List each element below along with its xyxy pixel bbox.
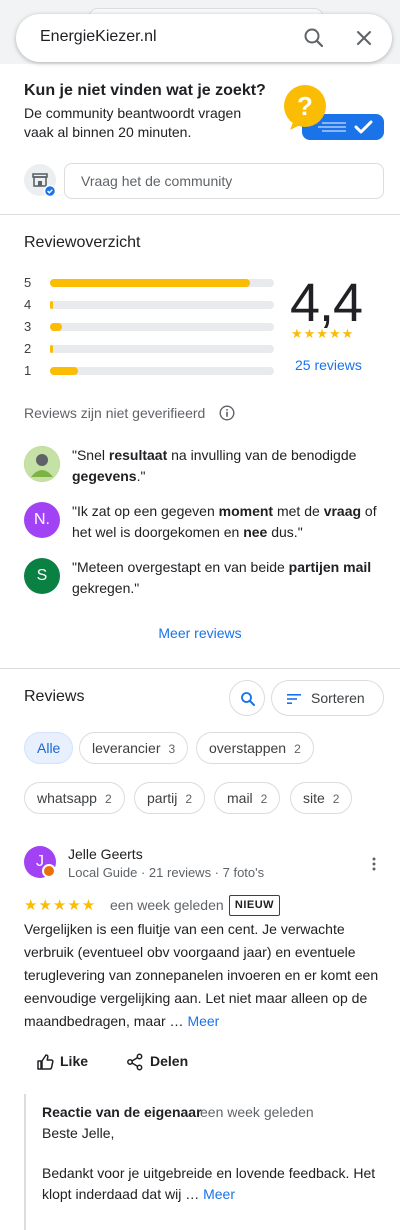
snippet-text: "Ik zat op een gegeven moment met de vra… <box>72 503 377 540</box>
rating-stars: ★★★★★ <box>291 326 355 341</box>
search-icon <box>241 692 255 706</box>
filter-chip-site[interactable]: site 2 <box>290 782 353 814</box>
share-button[interactable]: Delen <box>126 1053 196 1071</box>
chip-count: 2 <box>104 792 112 806</box>
rating-bar-label: 1 <box>24 363 32 378</box>
snippet-avatar[interactable]: N. <box>24 502 60 538</box>
owner-reply-title: Reactie van de eigenaar <box>42 1104 202 1120</box>
owner-more-link[interactable]: Meer <box>203 1186 235 1202</box>
rating-bar-label: 4 <box>24 297 32 312</box>
divider <box>0 214 400 215</box>
chip-count: 2 <box>332 792 340 806</box>
rating-bar-fill <box>50 345 53 353</box>
sort-button[interactable]: Sorteren <box>271 680 384 716</box>
chip-label: site <box>303 790 325 806</box>
like-label: Like <box>60 1053 89 1069</box>
reviewer-name[interactable]: Jelle Geerts <box>68 846 143 862</box>
more-options-icon[interactable] <box>366 856 382 872</box>
community-title: Kun je niet vinden wat je zoekt? <box>24 82 266 99</box>
search-box[interactable]: EnergieKiezer.nl <box>16 14 392 62</box>
reviewer-meta: Local Guide · 21 reviews · 7 foto's <box>68 865 265 880</box>
info-icon[interactable] <box>219 405 235 421</box>
store-icon <box>32 173 57 198</box>
owner-reply-text: Bedankt voor je uitgebreide en lovende f… <box>42 1163 382 1205</box>
chip-count: 2 <box>185 792 193 806</box>
rating-bar-fill <box>50 279 250 287</box>
not-verified-notice: Reviews zijn niet geverifieerd <box>24 405 206 421</box>
ask-community-input[interactable]: Vraag het de community <box>64 163 384 199</box>
snippet-avatar[interactable]: S <box>24 558 60 594</box>
owner-reply: Reactie van de eigenaar een week geleden… <box>24 1094 400 1230</box>
rating-bar-label: 3 <box>24 319 32 334</box>
rating-bar-5: 5 <box>24 275 274 290</box>
share-icon <box>127 1053 143 1071</box>
rating-bar-3: 3 <box>24 319 274 334</box>
more-reviews-link[interactable]: Meer reviews <box>0 625 400 641</box>
owner-reply-greeting: Beste Jelle, <box>42 1125 115 1141</box>
search-input[interactable]: EnergieKiezer.nl <box>40 28 157 46</box>
sort-icon <box>287 694 301 704</box>
rating-bar-4: 4 <box>24 297 274 312</box>
review-date: een week geleden <box>110 897 224 913</box>
owner-reply-date: een week geleden <box>200 1104 314 1120</box>
filter-chip-Alle[interactable]: Alle <box>24 732 74 764</box>
reviews-title: Reviews <box>24 688 85 705</box>
sort-label: Sorteren <box>311 690 365 706</box>
rating-bar-1: 1 <box>24 363 274 378</box>
chip-label: mail <box>227 790 253 806</box>
chip-label: whatsapp <box>37 790 97 806</box>
rating-score: 4,4 <box>290 273 363 333</box>
rating-bar-fill <box>50 301 53 309</box>
rating-bar-track <box>50 279 274 287</box>
share-label: Delen <box>150 1053 189 1069</box>
review-stars: ★★★★★ <box>24 897 97 914</box>
chip-label: leverancier <box>92 740 161 756</box>
filter-chip-mail[interactable]: mail 2 <box>214 782 281 814</box>
local-guide-badge <box>42 864 56 878</box>
chip-label: partij <box>147 790 178 806</box>
community-subtitle: De community beantwoordt vragen vaak al … <box>24 105 242 140</box>
filter-chip-partij[interactable]: partij 2 <box>134 782 206 814</box>
business-avatar <box>24 164 57 198</box>
rating-bar-track <box>50 301 274 309</box>
chip-count: 2 <box>294 742 301 756</box>
close-icon[interactable] <box>352 26 376 50</box>
chip-label: overstappen <box>209 740 287 756</box>
search-reviews-button[interactable] <box>229 680 265 716</box>
review-text: Vergelijken is een fluitje van een cent.… <box>24 918 380 1033</box>
svg-text:?: ? <box>297 91 313 121</box>
rating-bar-2: 2 <box>24 341 274 356</box>
snippet-text: "Snel resultaat na invulling van de beno… <box>72 447 357 484</box>
overview-title: Reviewoverzicht <box>24 234 141 251</box>
snippet-avatar[interactable] <box>24 446 60 482</box>
search-icon[interactable] <box>302 26 326 50</box>
new-badge: NIEUW <box>229 895 280 916</box>
filter-chip-leverancier[interactable]: leverancier 3 <box>79 732 189 764</box>
rating-bar-track <box>50 367 274 375</box>
reviews-count-link[interactable]: 25 reviews <box>295 357 362 373</box>
rating-bar-fill <box>50 323 62 331</box>
snippet-text: "Meteen overgestapt en van beide partije… <box>72 559 372 596</box>
review-more-link[interactable]: Meer <box>187 1013 219 1029</box>
rating-bar-fill <box>50 367 78 375</box>
question-chat-illustration: ? <box>284 85 384 140</box>
thumbs-up-icon <box>37 1054 54 1070</box>
rating-bar-track <box>50 323 274 331</box>
rating-bar-label: 5 <box>24 275 32 290</box>
rating-bar-label: 2 <box>24 341 32 356</box>
chip-count: 3 <box>168 742 176 756</box>
chip-count: 2 <box>260 792 268 806</box>
divider <box>0 668 400 669</box>
like-button[interactable]: Like <box>36 1053 96 1071</box>
filter-chip-whatsapp[interactable]: whatsapp 2 <box>24 782 125 814</box>
rating-bar-track <box>50 345 274 353</box>
chip-label: Alle <box>37 740 61 756</box>
filter-chip-overstappen[interactable]: overstappen 2 <box>196 732 314 764</box>
